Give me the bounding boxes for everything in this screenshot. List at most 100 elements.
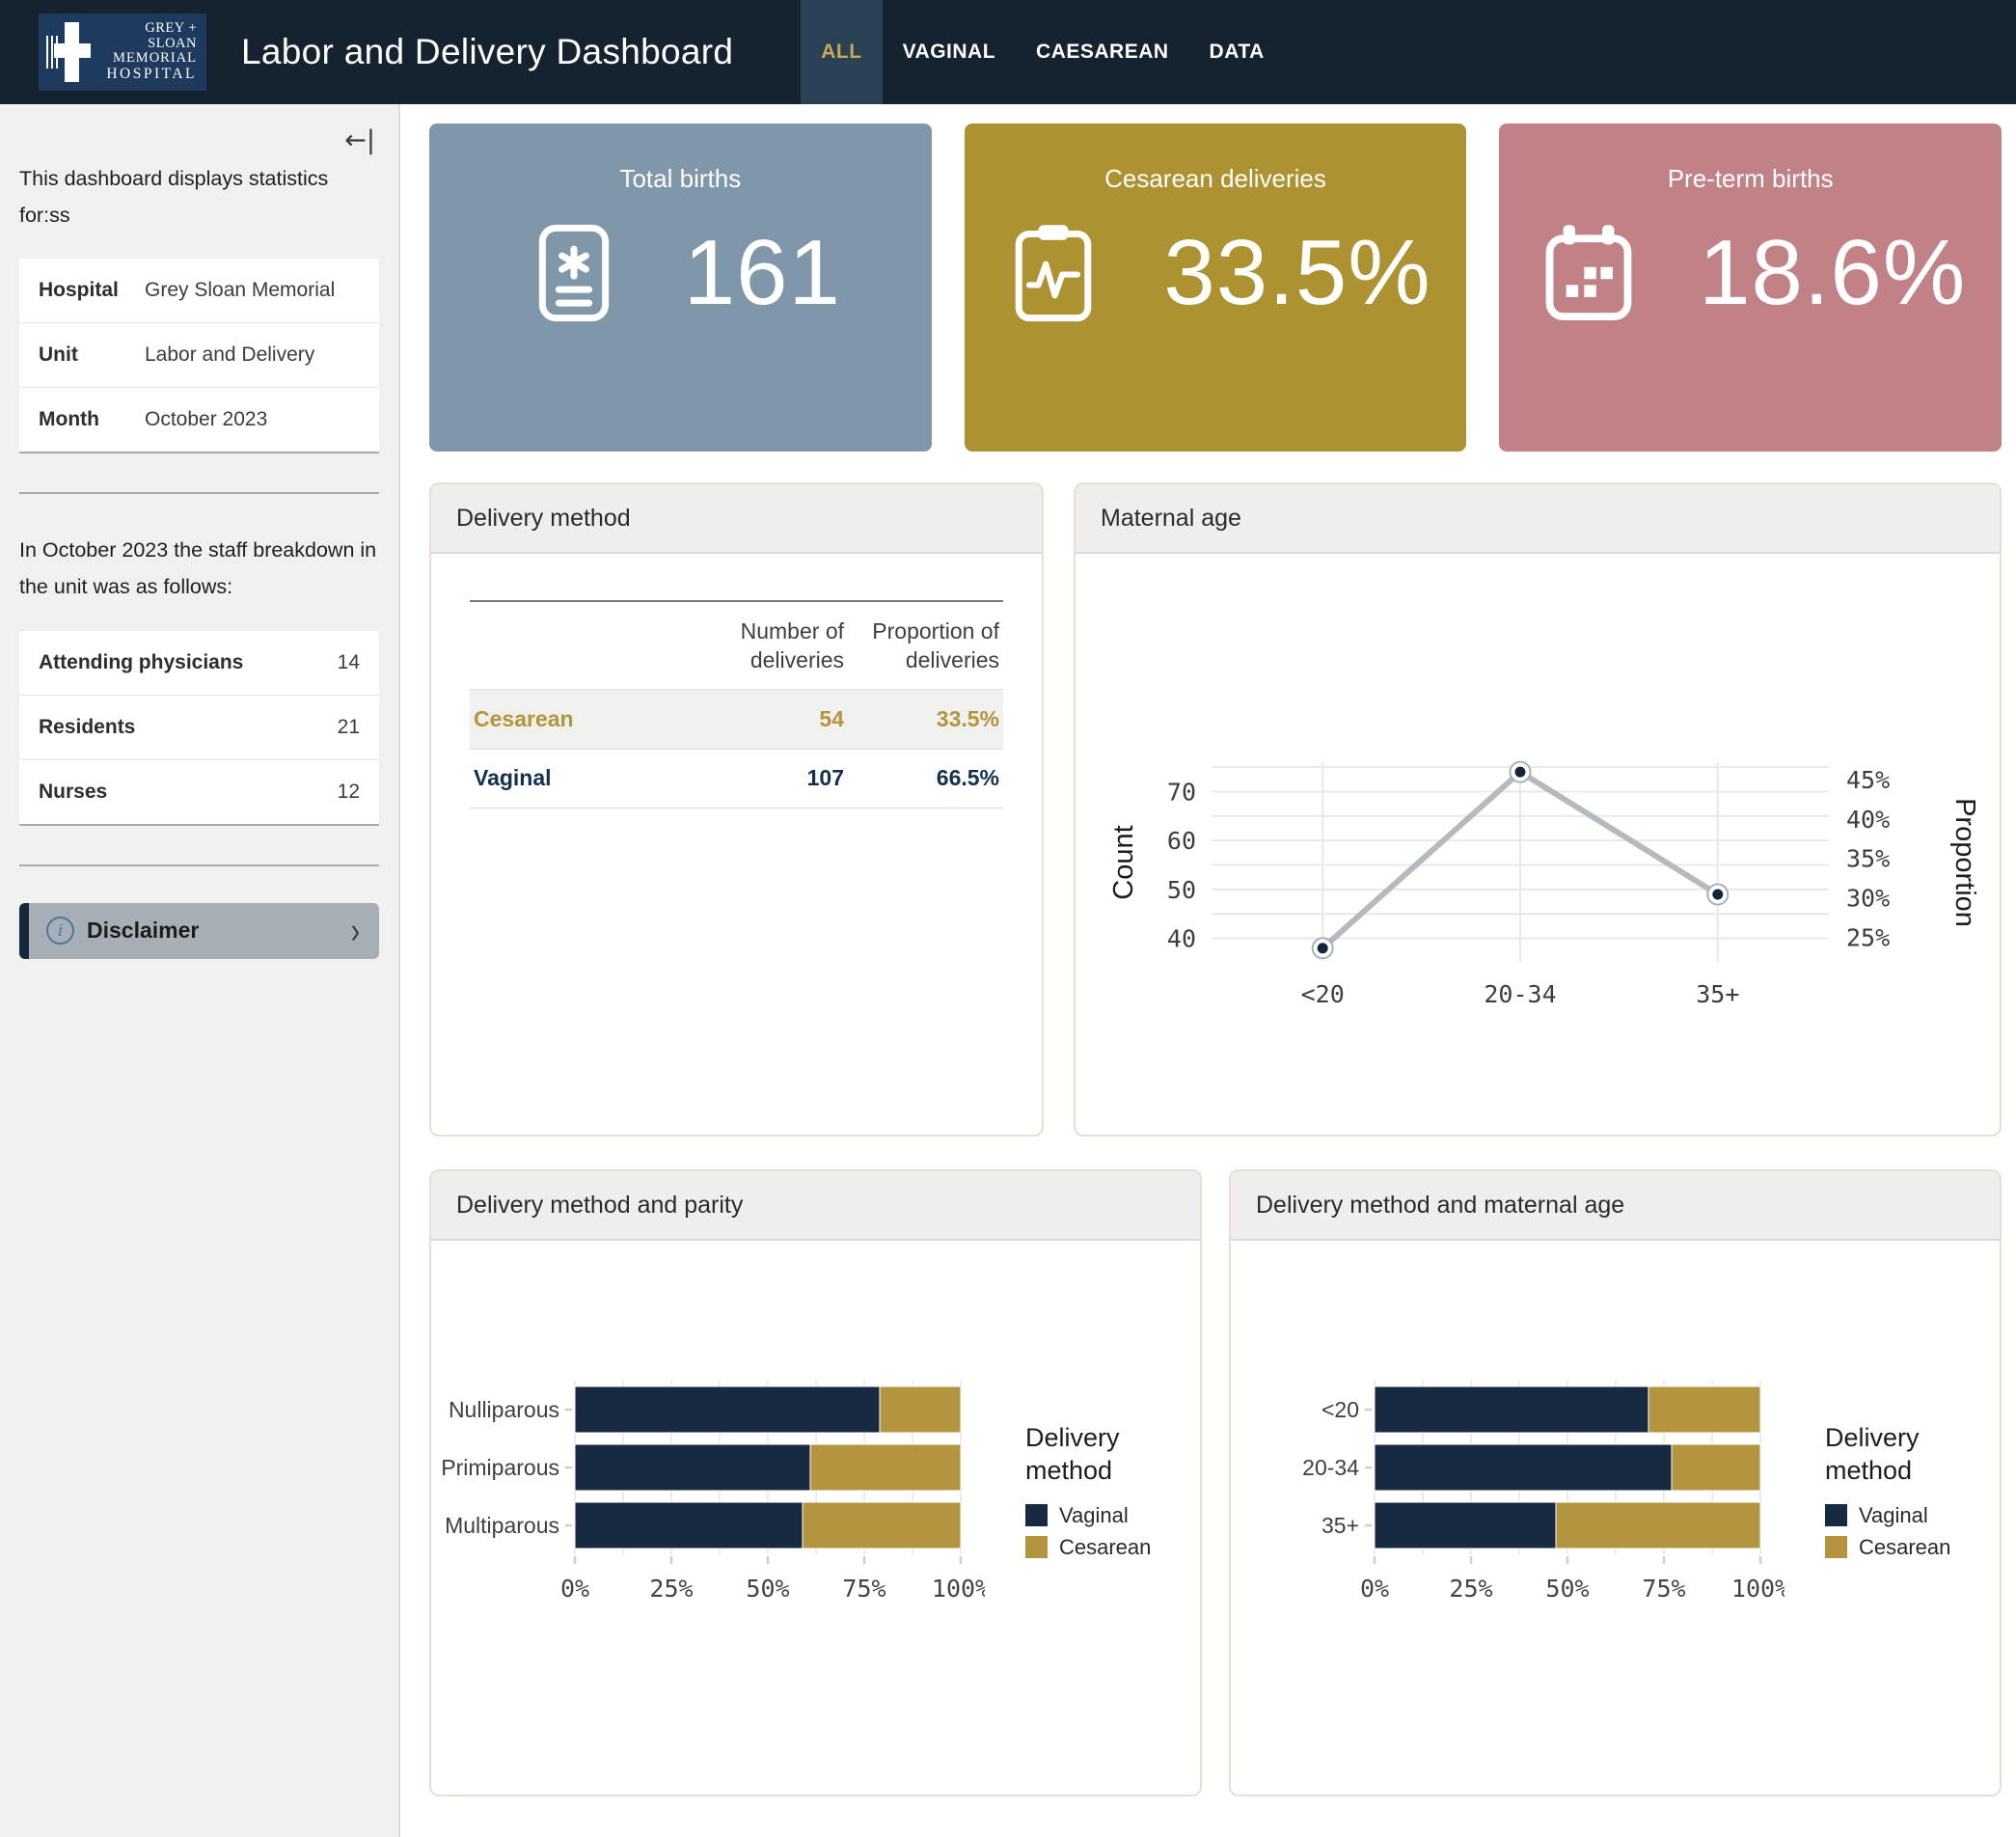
staff-row: Residents21 — [19, 696, 379, 760]
info-row-label: Month — [39, 408, 145, 431]
svg-text:<20: <20 — [1321, 1397, 1359, 1422]
svg-text:45%: 45% — [1846, 766, 1890, 794]
svg-text:25%: 25% — [1449, 1575, 1492, 1603]
delivery-method-table: Number of deliveries Proportion of deliv… — [470, 600, 1003, 809]
staff-row-label: Residents — [39, 716, 338, 739]
panel-title: Delivery method and parity — [431, 1171, 1200, 1241]
panel-title: Delivery method — [431, 484, 1042, 554]
age-method-stacked-bar-chart: <2020-3435+0%25%50%75%100% — [1240, 1373, 1784, 1616]
delivery-method-table-body: Cesarean5433.5%Vaginal10766.5% — [470, 689, 1003, 809]
delivery-method-panel: Delivery method Number of deliveries Pro… — [429, 482, 1044, 1137]
svg-text:20-34: 20-34 — [1302, 1455, 1359, 1480]
svg-text:0%: 0% — [560, 1575, 589, 1603]
legend-label: Vaginal — [1059, 1503, 1129, 1528]
svg-text:0%: 0% — [1360, 1575, 1389, 1603]
column-header: Proportion of deliveries — [844, 617, 1003, 675]
svg-text:75%: 75% — [1642, 1575, 1685, 1603]
page-title: Labor and Delivery Dashboard — [241, 32, 733, 72]
info-row-label: Unit — [39, 343, 145, 367]
sidebar-collapse-icon[interactable]: ←| — [341, 125, 379, 155]
row-label: Vaginal — [470, 765, 709, 791]
info-row-label: Hospital — [39, 279, 145, 302]
tab-vaginal[interactable]: VAGINAL — [883, 0, 1016, 104]
svg-text:35+: 35+ — [1696, 980, 1739, 1008]
staff-row-value: 12 — [338, 781, 360, 804]
svg-text:50%: 50% — [1545, 1575, 1589, 1603]
staff-row-label: Nurses — [39, 781, 338, 804]
staff-row: Attending physicians14 — [19, 631, 379, 696]
info-row-value: Labor and Delivery — [145, 343, 314, 367]
chevron-right-icon: › — [351, 913, 360, 949]
maternal-age-line-chart: 4050607025%30%35%40%45%<2020-3435+CountP… — [1094, 752, 1981, 1014]
kpi-card-cesarean-deliveries: Cesarean deliveries 33.5% — [965, 123, 1467, 452]
svg-text:100%: 100% — [932, 1575, 985, 1603]
legend-item-vaginal: Vaginal — [1825, 1503, 1991, 1528]
row-proportion: 33.5% — [844, 706, 1003, 732]
svg-text:25%: 25% — [649, 1575, 693, 1603]
staff-row-value: 21 — [338, 716, 360, 739]
staff-row-value: 14 — [338, 651, 360, 674]
info-row: UnitLabor and Delivery — [19, 323, 379, 388]
info-row: HospitalGrey Sloan Memorial — [19, 259, 379, 323]
legend-swatch — [1825, 1536, 1847, 1558]
svg-text:Nulliparous: Nulliparous — [449, 1397, 559, 1422]
legend-item-vaginal: Vaginal — [1025, 1503, 1191, 1528]
staff-table: Attending physicians14Residents21Nurses1… — [19, 631, 379, 826]
row-proportion: 66.5% — [844, 765, 1003, 791]
divider — [19, 492, 379, 494]
kpi-card-preterm-births: Pre-term births 18.6% — [1499, 123, 2002, 452]
panel-title: Maternal age — [1076, 484, 2000, 554]
legend-swatch — [1025, 1504, 1048, 1526]
legend-swatch — [1025, 1536, 1048, 1558]
kpi-label: Pre-term births — [1499, 164, 2002, 194]
clipboard-pulse-icon — [999, 219, 1107, 327]
disclaimer-button[interactable]: i Disclaimer › — [19, 903, 379, 959]
divider — [19, 864, 379, 866]
svg-text:60: 60 — [1167, 827, 1196, 855]
hospital-logo: GREY + SLOAN MEMORIAL HOSPITAL — [39, 14, 206, 91]
table-header-row: Number of deliveries Proportion of deliv… — [470, 600, 1003, 689]
legend-label: Vaginal — [1859, 1503, 1928, 1528]
info-row-value: Grey Sloan Memorial — [145, 279, 335, 302]
legend-title: Delivery method — [1825, 1422, 1950, 1488]
svg-text:20-34: 20-34 — [1484, 980, 1556, 1008]
svg-text:Primiparous: Primiparous — [441, 1455, 559, 1480]
sidebar-intro-text: This dashboard displays statistics for:s… — [19, 161, 379, 233]
kpi-value: 18.6% — [1699, 220, 1966, 326]
legend-age-method: Delivery method VaginalCesarean — [1825, 1422, 1991, 1567]
sidebar: ←| This dashboard displays statistics fo… — [0, 104, 400, 1837]
svg-text:40%: 40% — [1846, 806, 1890, 834]
row-count: 54 — [709, 706, 844, 732]
disclaimer-label: Disclaimer — [87, 918, 199, 944]
svg-text:50%: 50% — [746, 1575, 789, 1603]
info-row-value: October 2023 — [145, 408, 267, 431]
parity-stacked-bar-chart: NulliparousPrimiparousMultiparous0%25%50… — [440, 1373, 985, 1616]
app-header: GREY + SLOAN MEMORIAL HOSPITAL Labor and… — [0, 0, 2016, 104]
kpi-value: 161 — [684, 220, 841, 326]
svg-text:100%: 100% — [1731, 1575, 1784, 1603]
legend-label: Cesarean — [1059, 1535, 1151, 1560]
kpi-row: Total births 161 Cesarean deliveries — [429, 123, 2002, 452]
row-label: Cesarean — [470, 706, 709, 732]
age-method-panel: Delivery method and maternal age <2020-3… — [1229, 1169, 2002, 1796]
svg-text:35%: 35% — [1846, 845, 1890, 873]
svg-text:<20: <20 — [1301, 980, 1345, 1008]
nav-tabs: ALLVAGINALCAESAREANDATA — [801, 0, 1285, 104]
svg-text:40: 40 — [1167, 925, 1196, 953]
svg-text:70: 70 — [1167, 778, 1196, 806]
legend-items: VaginalCesarean — [1825, 1503, 1991, 1560]
tab-caesarean[interactable]: CAESAREAN — [1016, 0, 1189, 104]
table-row: Cesarean5433.5% — [470, 689, 1003, 749]
staff-intro-text: In October 2023 the staff breakdown in t… — [19, 533, 379, 605]
svg-text:75%: 75% — [842, 1575, 885, 1603]
svg-text:50: 50 — [1167, 876, 1196, 904]
kpi-value: 33.5% — [1163, 220, 1430, 326]
svg-text:25%: 25% — [1846, 923, 1890, 951]
kpi-card-total-births: Total births 161 — [429, 123, 932, 452]
svg-text:30%: 30% — [1846, 885, 1890, 913]
legend-swatch — [1825, 1504, 1847, 1526]
tab-data[interactable]: DATA — [1189, 0, 1285, 104]
info-icon: i — [46, 917, 74, 945]
info-row: MonthOctober 2023 — [19, 388, 379, 452]
tab-all[interactable]: ALL — [801, 0, 882, 104]
